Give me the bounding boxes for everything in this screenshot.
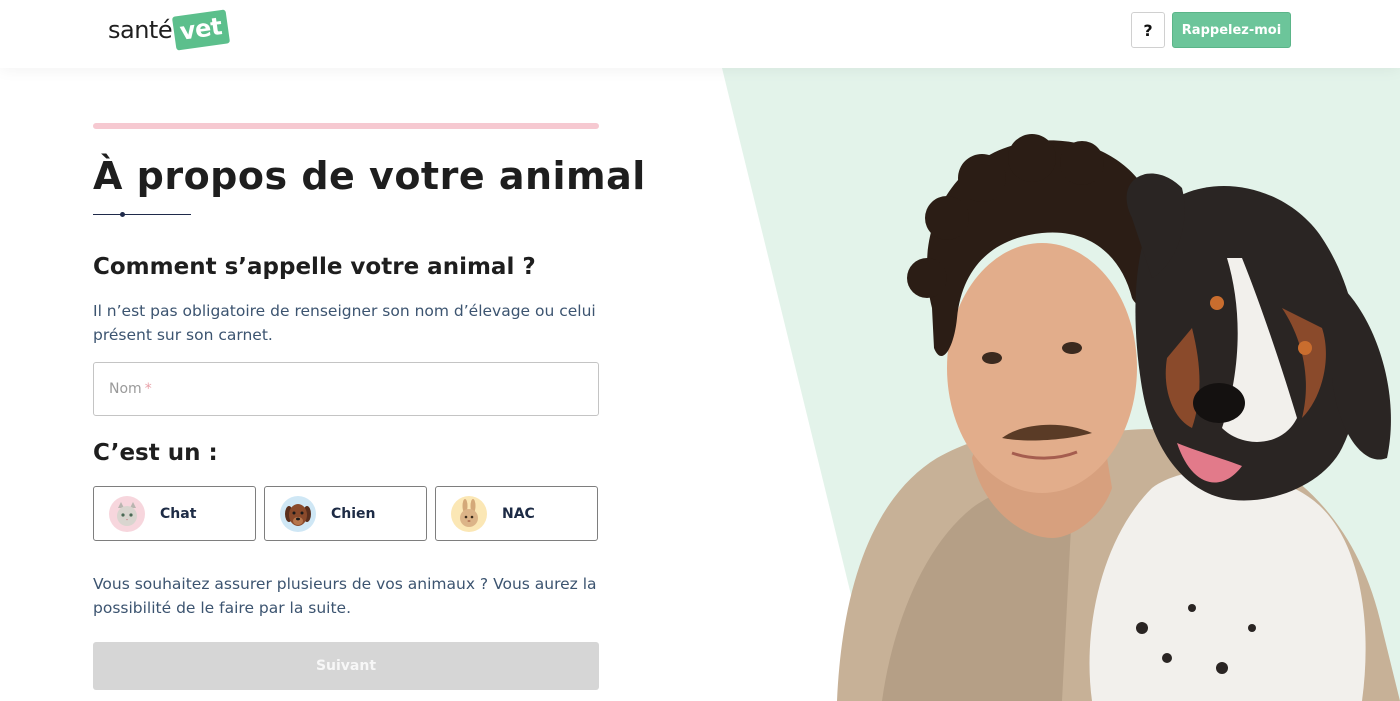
choice-nac-label: NAC <box>502 505 535 522</box>
required-mark: * <box>144 381 152 397</box>
title-underline <box>93 214 191 215</box>
cat-photo-icon <box>109 495 145 532</box>
pet-type-question: C’est un : <box>93 440 218 466</box>
page-title: À propos de votre animal <box>93 154 646 198</box>
next-button[interactable]: Suivant <box>93 642 599 690</box>
logo-text: santé <box>108 16 173 44</box>
choice-nac[interactable]: NAC <box>435 486 598 541</box>
top-header: santé vet ? Rappelez-moi <box>0 0 1400 68</box>
help-button[interactable]: ? <box>1131 12 1165 48</box>
dog-photo-icon <box>280 495 316 532</box>
pet-name-input[interactable]: Nom * <box>93 362 599 416</box>
choice-chien-label: Chien <box>331 505 376 522</box>
logo-badge: vet <box>172 9 231 51</box>
pet-name-placeholder: Nom <box>109 381 142 397</box>
man-and-dog-illustration <box>722 68 1400 701</box>
progress-bar <box>93 123 599 129</box>
choice-chien[interactable]: Chien <box>264 486 427 541</box>
multi-pet-note: Vous souhaitez assurer plusieurs de vos … <box>93 575 597 617</box>
pet-name-question: Comment s’appelle votre animal ? <box>93 254 536 280</box>
rabbit-photo-icon <box>451 495 487 532</box>
pet-name-help-text: Il n’est pas obligatoire de renseigner s… <box>93 302 596 344</box>
callback-button[interactable]: Rappelez-moi <box>1172 12 1291 48</box>
choice-chat-label: Chat <box>160 505 197 522</box>
choice-chat[interactable]: Chat <box>93 486 256 541</box>
santevet-logo[interactable]: santé vet <box>108 6 231 54</box>
hero-image <box>722 68 1400 701</box>
title-underline-dot <box>120 212 125 217</box>
